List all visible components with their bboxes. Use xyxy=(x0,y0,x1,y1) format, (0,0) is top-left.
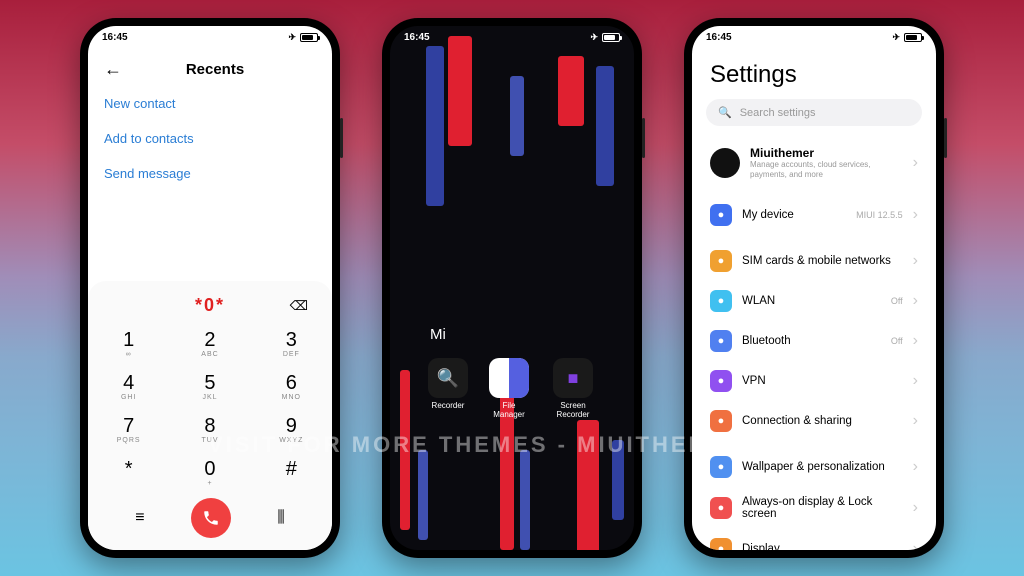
dialkey-#[interactable]: # xyxy=(251,451,332,494)
dialkey-5[interactable]: 5JKL xyxy=(169,365,250,408)
status-bar: 16:45 ✈ xyxy=(88,26,332,45)
dialkey-7[interactable]: 7PQRS xyxy=(88,408,169,451)
setting-icon: ● xyxy=(710,497,732,519)
setting-icon: ● xyxy=(710,456,732,478)
phone-home-mock: 16:45 ✈ Mi 🔍RecorderFile Manager■Screen … xyxy=(382,18,642,558)
setting-icon: ● xyxy=(710,290,732,312)
dialkey-9[interactable]: 9WXYZ xyxy=(251,408,332,451)
app-screen-recorder[interactable]: ■Screen Recorder xyxy=(550,358,596,420)
chevron-right-icon: › xyxy=(913,412,918,430)
chevron-right-icon: › xyxy=(913,540,918,550)
dialkey-1[interactable]: 1∞ xyxy=(88,322,169,365)
chevron-right-icon: › xyxy=(913,458,918,476)
setting-display[interactable]: ●Display› xyxy=(706,529,922,550)
setting-wallpaper-personalization[interactable]: ●Wallpaper & personalization› xyxy=(706,447,922,487)
airplane-icon: ✈ xyxy=(892,32,900,43)
airplane-icon: ✈ xyxy=(288,32,296,43)
setting-sim-cards-mobile-networks[interactable]: ●SIM cards & mobile networks› xyxy=(706,241,922,281)
chevron-right-icon: › xyxy=(913,332,918,350)
setting-always-on-display-lock-screen[interactable]: ●Always-on display & Lock screen› xyxy=(706,487,922,529)
dialkey-8[interactable]: 8TUV xyxy=(169,408,250,451)
setting-icon: ● xyxy=(710,370,732,392)
page-title: Recents xyxy=(114,61,316,78)
chevron-right-icon: › xyxy=(913,372,918,390)
wallpaper xyxy=(390,26,634,550)
chevron-right-icon: › xyxy=(913,154,918,172)
chevron-right-icon: › xyxy=(913,292,918,310)
setting-icon: ● xyxy=(710,538,732,550)
dialpad: *0* ⌫ 1∞2ABC3DEF 4GHI5JKL6MNO 7PQRS8TUV9WX… xyxy=(88,281,332,550)
dialkey-2[interactable]: 2ABC xyxy=(169,322,250,365)
app-file-manager[interactable]: File Manager xyxy=(486,358,532,420)
setting-icon: ● xyxy=(710,330,732,352)
account-row[interactable]: Miuithemer Manage accounts, cloud servic… xyxy=(706,136,922,189)
dialkey-4[interactable]: 4GHI xyxy=(88,365,169,408)
setting-wlan[interactable]: ●WLANOff› xyxy=(706,281,922,321)
app-recorder[interactable]: 🔍Recorder xyxy=(428,358,468,420)
battery-icon xyxy=(602,33,620,42)
setting-icon: ● xyxy=(710,204,732,226)
chevron-right-icon: › xyxy=(913,499,918,517)
chevron-right-icon: › xyxy=(913,206,918,224)
menu-icon[interactable]: ≡ xyxy=(127,501,152,535)
search-icon: 🔍 xyxy=(718,106,732,119)
setting-my-device[interactable]: ●My deviceMIUI 12.5.5› xyxy=(706,195,922,235)
status-time: 16:45 xyxy=(102,32,128,43)
add-to-contacts-link[interactable]: Add to contacts xyxy=(104,121,316,156)
call-button[interactable] xyxy=(191,498,231,538)
setting-icon: ● xyxy=(710,410,732,432)
chevron-right-icon: › xyxy=(913,252,918,270)
search-input[interactable]: 🔍 Search settings xyxy=(706,99,922,126)
collapse-icon[interactable]: ⫼ xyxy=(269,501,292,535)
setting-icon: ● xyxy=(710,250,732,272)
status-time: 16:45 xyxy=(706,32,732,43)
dialkey-6[interactable]: 6MNO xyxy=(251,365,332,408)
account-name: Miuithemer xyxy=(750,146,903,160)
phone-dialer-mock: 16:45 ✈ ← Recents New contact Add to con… xyxy=(80,18,340,558)
battery-icon xyxy=(300,33,318,42)
backspace-icon[interactable]: ⌫ xyxy=(290,298,308,314)
send-message-link[interactable]: Send message xyxy=(104,156,316,191)
new-contact-link[interactable]: New contact xyxy=(104,86,316,121)
setting-connection-sharing[interactable]: ●Connection & sharing› xyxy=(706,401,922,441)
account-subtitle: Manage accounts, cloud services, payment… xyxy=(750,160,903,179)
search-placeholder: Search settings xyxy=(740,107,816,119)
settings-title: Settings xyxy=(706,45,922,99)
folder-label[interactable]: Mi xyxy=(430,326,446,343)
dial-input: *0* xyxy=(195,295,225,316)
setting-vpn[interactable]: ●VPN› xyxy=(706,361,922,401)
setting-bluetooth[interactable]: ●BluetoothOff› xyxy=(706,321,922,361)
dialkey-0[interactable]: 0+ xyxy=(169,451,250,494)
dialkey-3[interactable]: 3DEF xyxy=(251,322,332,365)
status-bar: 16:45 ✈ xyxy=(692,26,936,45)
battery-icon xyxy=(904,33,922,42)
dialkey-*[interactable]: * xyxy=(88,451,169,494)
phone-settings-mock: 16:45 ✈ Settings 🔍 Search settings Miuit… xyxy=(684,18,944,558)
avatar xyxy=(710,148,740,178)
